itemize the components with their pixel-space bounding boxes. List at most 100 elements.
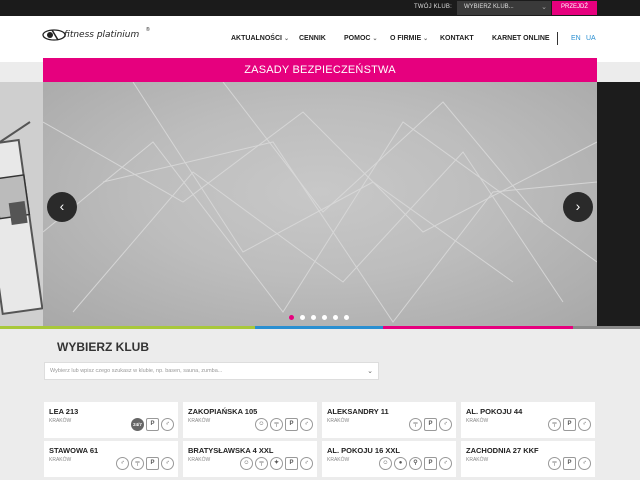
club-city: KRAKÓW [466, 457, 489, 463]
nav-item-pricing[interactable]: CENNIK [299, 35, 326, 42]
lang-en[interactable]: EN [571, 35, 581, 42]
slider-dots [289, 307, 355, 320]
chevron-down-icon: ⌄ [423, 36, 429, 42]
lang-ua[interactable]: UA [586, 35, 596, 42]
club-search-input[interactable]: Wybierz lub wpisz czego szukasz w klubie… [44, 362, 379, 380]
color-stripe [0, 326, 640, 329]
chevron-down-icon: ⌄ [541, 4, 547, 11]
fitness-icon: ♂ [578, 418, 591, 431]
fitness-icon: ♂ [161, 418, 174, 431]
next-slide-preview [597, 82, 640, 326]
nav-item-contact[interactable]: KONTAKT [440, 35, 474, 42]
chevron-left-icon: ‹ [59, 198, 65, 214]
club-amenities: ╤ P ♂ [409, 418, 452, 431]
parking-icon: P [563, 418, 576, 431]
chevron-down-icon: ⌄ [367, 368, 373, 375]
club-card[interactable]: BRATYSŁAWSKA 4 XXL KRAKÓW ☺ ╤ ✦ P ♂ [183, 441, 317, 477]
slider-dot[interactable] [311, 315, 316, 320]
club-select-value: WYBIERZ KLUB... [464, 4, 514, 10]
logo[interactable]: fitness platinium ® [42, 26, 152, 44]
nav-item-help[interactable]: POMOC ⌄ [344, 35, 377, 42]
logo-trademark: ® [146, 27, 150, 33]
search-placeholder: Wybierz lub wpisz czego szukasz w klubie… [50, 368, 223, 374]
dumbbell-icon: ╤ [131, 457, 144, 470]
logo-text: fitness platinium [64, 30, 140, 40]
squash-icon: ⚲ [409, 457, 422, 470]
slider-dot[interactable] [322, 315, 327, 320]
go-button[interactable]: PRZEJDŹ [552, 1, 597, 15]
slider-dot[interactable] [333, 315, 338, 320]
slider-dot[interactable] [300, 315, 305, 320]
nav-item-label: KARNET ONLINE [492, 35, 550, 42]
network-background [42, 82, 598, 323]
club-amenities: ☺ ╤ ✦ P ♂ [240, 457, 313, 470]
club-city: KRAKÓW [327, 418, 350, 424]
martial-arts-icon: ✦ [270, 457, 283, 470]
club-card[interactable]: AL. POKOJU 44 KRAKÓW ╤ P ♂ [461, 402, 595, 438]
dumbbell-icon: ╤ [548, 418, 561, 431]
club-city: KRAKÓW [188, 457, 211, 463]
club-name: AL. POKOJU 16 XXL [327, 446, 400, 455]
club-card[interactable]: ALEKSANDRY 11 KRAKÓW ╤ P ♂ [322, 402, 456, 438]
slider-prev-button[interactable]: ‹ [47, 192, 77, 222]
club-name: ALEKSANDRY 11 [327, 407, 389, 416]
parking-icon: P [563, 457, 576, 470]
stripe-green [0, 326, 255, 329]
club-card[interactable]: ZAKOPIAŃSKA 105 KRAKÓW ☺ ╤ P ♂ [183, 402, 317, 438]
dumbbell-icon: ╤ [255, 457, 268, 470]
club-card[interactable]: STAWOWA 61 KRAKÓW ♂ ╤ P ♂ [44, 441, 178, 477]
nav-item-label: POMOC [344, 35, 371, 42]
club-city: KRAKÓW [49, 457, 72, 463]
club-amenities: ♂ ╤ P ♂ [116, 457, 174, 470]
slide-image [42, 82, 598, 326]
club-name: LEA 213 [49, 407, 79, 416]
club-amenities: 24/7 P ♂ [131, 418, 174, 431]
stripe-pink [383, 326, 573, 329]
fitness-icon: ♂ [300, 418, 313, 431]
club-card[interactable]: LEA 213 KRAKÓW 24/7 P ♂ [44, 402, 178, 438]
safety-banner[interactable]: ZASADY BEZPIECZEŃSTWA [43, 58, 597, 82]
club-amenities: ☺ ╤ P ♂ [255, 418, 313, 431]
slider-dot[interactable] [344, 315, 349, 320]
club-select[interactable]: WYBIERZ KLUB... ⌄ [457, 1, 551, 15]
club-name: ZAKOPIAŃSKA 105 [188, 407, 258, 416]
club-city: KRAKÓW [49, 418, 72, 424]
dumbbell-icon: ╤ [548, 457, 561, 470]
club-city: KRAKÓW [466, 418, 489, 424]
parking-icon: P [424, 457, 437, 470]
club-amenities: ╤ P ♂ [548, 457, 591, 470]
section-title: WYBIERZ KLUB [57, 340, 149, 354]
parking-icon: P [146, 418, 159, 431]
parking-icon: P [424, 418, 437, 431]
kids-icon: ☺ [255, 418, 268, 431]
nav-item-label: KONTAKT [440, 35, 474, 42]
club-amenities: ╤ P ♂ [548, 418, 591, 431]
parking-icon: P [285, 457, 298, 470]
prev-slide-preview [0, 82, 44, 326]
club-card[interactable]: ZACHODNIA 27 KKF KRAKÓW ╤ P ♂ [461, 441, 595, 477]
dumbbell-icon: ╤ [409, 418, 422, 431]
nav-item-news[interactable]: AKTUALNOŚCI ⌄ [231, 35, 289, 42]
photo-image [0, 121, 44, 316]
slider-dot[interactable] [289, 315, 294, 320]
club-amenities: ☺ ● ⚲ P ♂ [379, 457, 452, 470]
parking-icon: P [146, 457, 159, 470]
chevron-down-icon: ⌄ [283, 36, 289, 42]
ball-icon: ● [394, 457, 407, 470]
fitness-icon: ♂ [161, 457, 174, 470]
club-label: TWÓJ KLUB: [414, 4, 453, 10]
club-name: ZACHODNIA 27 KKF [466, 446, 539, 455]
nav-divider [557, 32, 558, 45]
club-card[interactable]: AL. POKOJU 16 XXL KRAKÓW ☺ ● ⚲ P ♂ [322, 441, 456, 477]
nav-item-label: CENNIK [299, 35, 326, 42]
club-city: KRAKÓW [327, 457, 350, 463]
hero-slider: ‹ › [0, 82, 640, 326]
nav-item-about[interactable]: O FIRMIE ⌄ [390, 35, 428, 42]
nav-item-online-pass[interactable]: KARNET ONLINE [492, 35, 550, 42]
fitness-icon: ♂ [116, 457, 129, 470]
fitness-icon: ♂ [578, 457, 591, 470]
chevron-right-icon: › [575, 198, 581, 214]
slider-next-button[interactable]: › [563, 192, 593, 222]
parking-icon: P [285, 418, 298, 431]
dumbbell-icon: ╤ [270, 418, 283, 431]
